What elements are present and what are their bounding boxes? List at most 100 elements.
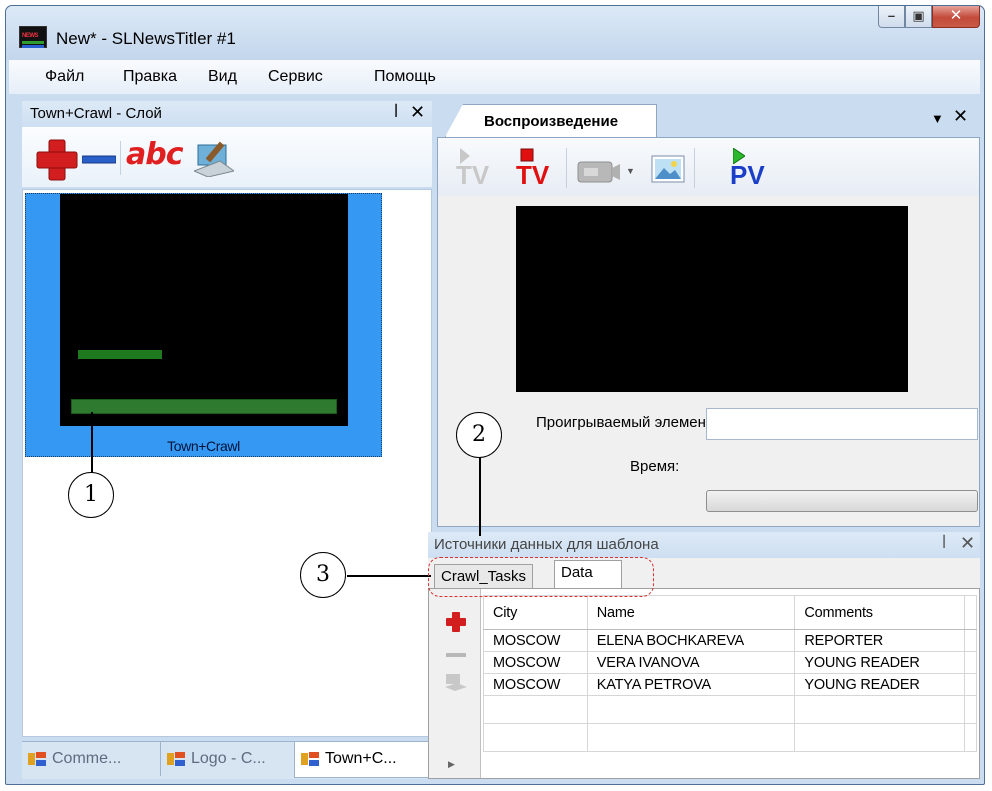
layer-panel: Town+Crawl - Слой ꟾ ✕ abc Town+Crawl Com…	[22, 101, 432, 779]
tab-logo[interactable]: Logo - C...	[160, 742, 294, 776]
close-icon: ✕	[949, 7, 963, 24]
text-tool-icon[interactable]: abc	[126, 137, 184, 172]
playback-tabstrip: Воспроизведение ▼ ✕	[437, 101, 980, 137]
table-row-empty[interactable]	[483, 695, 978, 724]
data-sources-title: Источники данных для шаблона	[434, 536, 659, 553]
title-bar: NEWS New* - SLNewsTitler #1 – ▣ ✕	[6, 6, 984, 60]
minimize-icon: –	[887, 8, 896, 23]
menu-service[interactable]: Сервис	[268, 68, 323, 86]
table-cell[interactable]: MOSCOW	[483, 629, 588, 652]
image-icon[interactable]	[650, 154, 686, 184]
column-header[interactable]: City	[483, 595, 588, 630]
playback-panel: Воспроизведение ▼ ✕ TV TV ▼ PV Проигрыва…	[437, 101, 980, 527]
add-row-icon[interactable]	[445, 611, 467, 633]
table-cell[interactable]: MOSCOW	[483, 651, 588, 674]
close-panel-icon[interactable]: ✕	[410, 102, 425, 123]
tv-prev-label: TV	[456, 160, 490, 190]
tab-playback-label: Воспроизведение	[484, 113, 619, 130]
add-layer-icon[interactable]	[36, 139, 78, 181]
dropdown-icon[interactable]: ▼	[931, 111, 944, 126]
callout-1-line	[91, 412, 93, 476]
callout-2-line	[479, 456, 481, 536]
menu-view[interactable]: Вид	[208, 68, 237, 86]
menu-help[interactable]: Помощь	[374, 68, 436, 86]
window-controls: – ▣ ✕	[878, 6, 980, 28]
camera-icon[interactable]	[576, 160, 620, 184]
layer-panel-header: Town+Crawl - Слой ꟾ ✕	[22, 101, 432, 127]
pv-button[interactable]: PV	[730, 146, 770, 192]
toolbar-separator	[694, 148, 695, 188]
time-progress-bar	[706, 490, 978, 512]
layer-tab-icon	[167, 752, 185, 766]
playing-element-field[interactable]	[706, 408, 978, 440]
grid-header-row: City Name Comments	[483, 595, 978, 630]
column-header-filler	[963, 595, 978, 630]
table-cell[interactable]	[483, 695, 588, 724]
maximize-button[interactable]: ▣	[905, 6, 932, 28]
menu-file[interactable]: Файл	[45, 68, 84, 86]
close-panel-icon[interactable]: ✕	[960, 533, 975, 554]
menu-bar: Файл Правка Вид Сервис Помощь	[9, 60, 980, 94]
pin-icon[interactable]: ꟾ	[942, 535, 946, 552]
data-grid: City Name Comments MOSCOW ELENA BOCHKARE…	[483, 595, 978, 752]
table-cell[interactable]: REPORTER	[794, 629, 965, 652]
time-label: Время:	[630, 458, 680, 475]
table-row[interactable]: MOSCOW VERA IVANOVA YOUNG READER	[483, 651, 978, 674]
table-cell[interactable]	[794, 695, 965, 724]
column-header[interactable]: Comments	[794, 595, 965, 630]
tv-prev-button[interactable]: TV	[456, 146, 492, 192]
data-sources-body: ▶ City Name Comments MOSCOW ELENA BOCHKA…	[428, 588, 980, 779]
table-cell[interactable]	[483, 723, 588, 752]
tv-play-button[interactable]: TV	[514, 146, 554, 192]
layer-thumbnail[interactable]: Town+Crawl	[25, 193, 382, 457]
tab-comments[interactable]: Comme...	[22, 742, 156, 776]
tab-town-crawl[interactable]: Town+C...	[294, 742, 430, 778]
playback-body: TV TV ▼ PV Проигрываемый элемент: Время:	[437, 137, 980, 527]
remove-row-icon[interactable]	[446, 653, 466, 657]
menu-edit[interactable]: Правка	[123, 68, 177, 86]
close-window-button[interactable]: ✕	[932, 6, 980, 28]
table-cell[interactable]: KATYA PETROVA	[586, 673, 796, 696]
callout-1: 1	[68, 472, 114, 518]
table-cell[interactable]: MOSCOW	[483, 673, 588, 696]
callout-2: 2	[456, 412, 502, 458]
table-cell[interactable]: YOUNG READER	[794, 673, 965, 696]
expand-icon[interactable]: ▶	[448, 759, 455, 770]
app-logo-icon: NEWS	[19, 26, 47, 48]
table-cell	[963, 695, 978, 724]
minimize-button[interactable]: –	[878, 6, 905, 28]
close-panel-icon[interactable]: ✕	[953, 106, 968, 127]
playing-element-label: Проигрываемый элемент:	[536, 414, 717, 431]
playback-preview	[516, 206, 908, 392]
table-cell[interactable]	[586, 695, 796, 724]
layer-tab-icon	[28, 752, 46, 766]
layer-toolbar: abc	[22, 127, 432, 187]
table-cell[interactable]	[586, 723, 796, 752]
pin-icon[interactable]: ꟾ	[394, 104, 398, 121]
toolbar-separator	[120, 141, 121, 175]
playback-toolbar: TV TV ▼ PV	[438, 138, 979, 196]
table-cell	[963, 629, 978, 652]
table-row[interactable]: MOSCOW KATYA PETROVA YOUNG READER	[483, 673, 978, 696]
table-row[interactable]: MOSCOW ELENA BOCHKAREVA REPORTER	[483, 629, 978, 652]
table-cell[interactable]: VERA IVANOVA	[586, 651, 796, 674]
callout-3-line	[347, 575, 431, 577]
edit-layer-icon[interactable]	[194, 137, 234, 177]
table-cell[interactable]: ELENA BOCHKAREVA	[586, 629, 796, 652]
edit-row-icon[interactable]	[445, 669, 467, 691]
layer-preview	[60, 194, 348, 426]
table-row-empty[interactable]	[483, 723, 978, 752]
layer-thumbnail-label: Town+Crawl	[167, 438, 240, 454]
layer-panel-title: Town+Crawl - Слой	[30, 105, 162, 122]
table-cell[interactable]: YOUNG READER	[794, 651, 965, 674]
remove-layer-icon[interactable]	[82, 155, 116, 165]
dropdown-arrow-icon[interactable]: ▼	[626, 166, 635, 176]
column-header[interactable]: Name	[586, 595, 796, 630]
toolbar-separator	[566, 148, 567, 188]
table-cell	[963, 651, 978, 674]
crawl-bar	[71, 399, 337, 414]
table-cell[interactable]	[794, 723, 965, 752]
tab-playback[interactable]: Воспроизведение	[445, 104, 657, 137]
tab-label: Town+C...	[325, 750, 397, 767]
tab-label: Comme...	[52, 750, 122, 767]
